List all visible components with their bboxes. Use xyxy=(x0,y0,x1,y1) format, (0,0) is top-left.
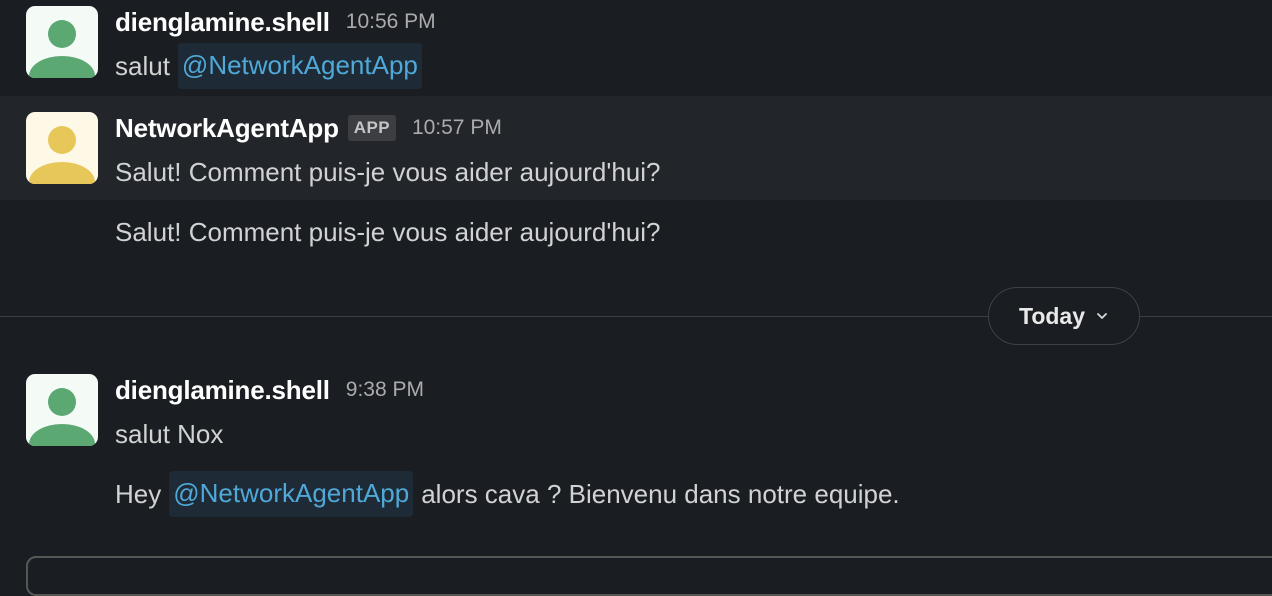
message-header: dienglamine.shell 9:38 PM xyxy=(115,373,424,407)
message-text-followup: Hey @NetworkAgentApp alors cava ? Bienve… xyxy=(115,471,900,517)
app-badge: APP xyxy=(347,115,396,141)
message-header: dienglamine.shell 10:56 PM xyxy=(115,5,436,39)
message-text-part: alors cava ? Bienvenu dans notre equipe. xyxy=(421,478,900,509)
person-avatar-icon xyxy=(26,6,98,78)
chevron-down-icon xyxy=(1097,313,1107,319)
author-name[interactable]: dienglamine.shell xyxy=(115,7,330,38)
message-text-followup: Salut! Comment puis-je vous aider aujour… xyxy=(115,216,661,247)
user-avatar[interactable] xyxy=(26,6,98,78)
message-text-part: salut xyxy=(115,50,170,81)
person-avatar-icon xyxy=(26,112,98,184)
user-mention[interactable]: @NetworkAgentApp xyxy=(177,43,422,89)
date-divider-button[interactable]: Today xyxy=(988,287,1140,345)
timestamp[interactable]: 10:57 PM xyxy=(412,116,502,140)
person-avatar-icon xyxy=(26,374,98,446)
app-avatar[interactable] xyxy=(26,112,98,184)
timestamp[interactable]: 10:56 PM xyxy=(346,10,436,34)
message-header: NetworkAgentApp APP 10:57 PM xyxy=(115,111,502,145)
message-text: salut Nox xyxy=(115,418,224,449)
author-name[interactable]: NetworkAgentApp xyxy=(115,113,339,144)
author-name[interactable]: dienglamine.shell xyxy=(115,375,330,406)
message-text: Salut! Comment puis-je vous aider aujour… xyxy=(115,156,661,187)
message-text-part: Hey xyxy=(115,478,162,509)
user-mention[interactable]: @NetworkAgentApp xyxy=(169,471,414,517)
message-composer[interactable] xyxy=(26,556,1272,596)
user-avatar[interactable] xyxy=(26,374,98,446)
date-divider-label: Today xyxy=(1018,302,1086,329)
timestamp[interactable]: 9:38 PM xyxy=(346,378,424,402)
message-text: salut @NetworkAgentApp xyxy=(115,43,422,89)
